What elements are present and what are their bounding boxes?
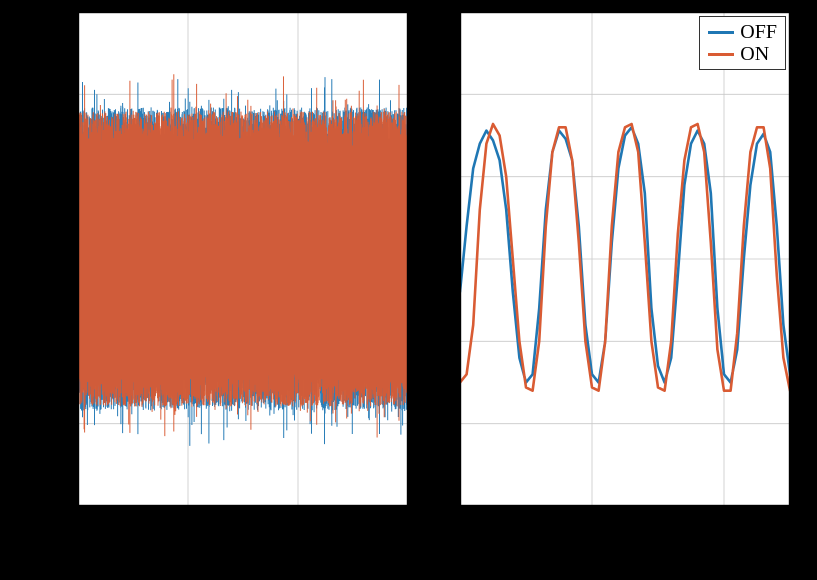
right-x-axis-label: Time [s] bbox=[590, 534, 664, 560]
xtick: 0.2 bbox=[581, 506, 604, 531]
legend-swatch-on bbox=[708, 53, 734, 56]
xtick: 0 bbox=[456, 506, 465, 531]
figure: 15 10 5 0 -5 -10 -15 0 20 40 60 Control … bbox=[0, 0, 817, 580]
xtick: 0 bbox=[74, 506, 83, 531]
ytick: 15 bbox=[54, 2, 78, 23]
ytick: 5 bbox=[63, 166, 78, 187]
xtick: 60 bbox=[399, 506, 417, 531]
left-y-axis-label: Control [°] bbox=[24, 244, 50, 340]
left-plot-axes: 15 10 5 0 -5 -10 -15 0 20 40 60 bbox=[78, 12, 408, 506]
legend-item-off: OFF bbox=[708, 21, 777, 43]
ytick: -10 bbox=[48, 413, 78, 434]
legend-item-on: ON bbox=[708, 43, 777, 65]
right-plot-canvas bbox=[460, 12, 790, 506]
legend-label-off: OFF bbox=[740, 21, 777, 43]
left-x-axis-label: Time [s] bbox=[205, 534, 279, 560]
legend-label-on: ON bbox=[740, 43, 769, 65]
xtick: 0.4 bbox=[713, 506, 736, 531]
ytick: 10 bbox=[54, 84, 78, 105]
right-plot-axes: 0 0.2 0.4 OFF ON bbox=[460, 12, 790, 506]
legend-swatch-off bbox=[708, 31, 734, 34]
xtick: 40 bbox=[289, 506, 307, 531]
ytick: -5 bbox=[57, 331, 78, 352]
left-plot-canvas bbox=[78, 12, 408, 506]
legend: OFF ON bbox=[699, 16, 786, 70]
xtick: 20 bbox=[179, 506, 197, 531]
ytick: 0 bbox=[63, 249, 78, 270]
